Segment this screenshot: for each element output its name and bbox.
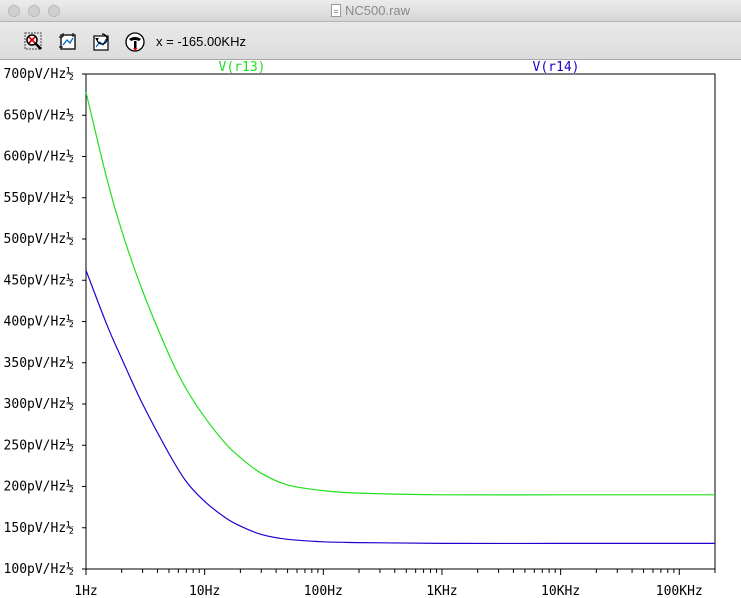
- y-tick-label: 150pV/Hz½: [4, 521, 75, 536]
- y-tick-label: 500pV/Hz½: [4, 232, 75, 247]
- document-icon: [330, 4, 341, 17]
- x-tick-label: 100KHz: [656, 584, 703, 598]
- series-label: V(r14): [533, 60, 580, 75]
- y-tick-label: 250pV/Hz½: [4, 438, 75, 453]
- x-tick-label: 1Hz: [74, 584, 97, 598]
- noise-density-chart[interactable]: 100pV/Hz½ 150pV/Hz½ 200pV/Hz½ 250pV/Hz½ 300p…: [0, 60, 741, 598]
- window-titlebar: NC500.raw: [0, 0, 741, 22]
- y-tick-label: 100pV/Hz½: [4, 562, 75, 577]
- y-tick-label: 450pV/Hz½: [4, 273, 75, 288]
- x-tick-label: 10KHz: [541, 584, 580, 598]
- zoom-cancel-button[interactable]: [23, 31, 45, 53]
- plot-toolbar: x = -165.00KHz: [0, 22, 741, 60]
- plot-pane[interactable]: 100pV/Hz½ 150pV/Hz½ 200pV/Hz½ 250pV/Hz½ 300p…: [0, 60, 741, 598]
- cursor-probe-button[interactable]: [124, 31, 146, 53]
- series-label: V(r13): [219, 60, 266, 75]
- y-tick-label: 600pV/Hz½: [4, 150, 75, 165]
- y-tick-label: 700pV/Hz½: [4, 67, 75, 82]
- y-tick-label: 200pV/Hz½: [4, 480, 75, 495]
- window-title-area: NC500.raw: [0, 3, 741, 18]
- probe-icon: [125, 32, 145, 52]
- zoom-cancel-icon: [24, 32, 42, 50]
- x-tick-label: 1KHz: [426, 584, 457, 598]
- x-tick-label: 10Hz: [189, 584, 220, 598]
- y-tick-label: 550pV/Hz½: [4, 191, 75, 206]
- autorange-icon: [59, 33, 76, 50]
- cursor-x-readout: x = -165.00KHz: [156, 34, 246, 49]
- undo-zoom-button[interactable]: [91, 31, 113, 53]
- y-tick-label: 650pV/Hz½: [4, 108, 75, 123]
- window-title: NC500.raw: [344, 3, 411, 18]
- series-line-V(r14): [85, 270, 715, 545]
- undo-zoom-icon: [93, 33, 109, 51]
- y-tick-label: 400pV/Hz½: [4, 315, 75, 330]
- autorange-button[interactable]: [57, 31, 79, 53]
- series-line-V(r13): [85, 91, 715, 496]
- x-tick-label: 100Hz: [304, 584, 343, 598]
- y-tick-label: 300pV/Hz½: [4, 397, 75, 412]
- y-tick-label: 350pV/Hz½: [4, 356, 75, 371]
